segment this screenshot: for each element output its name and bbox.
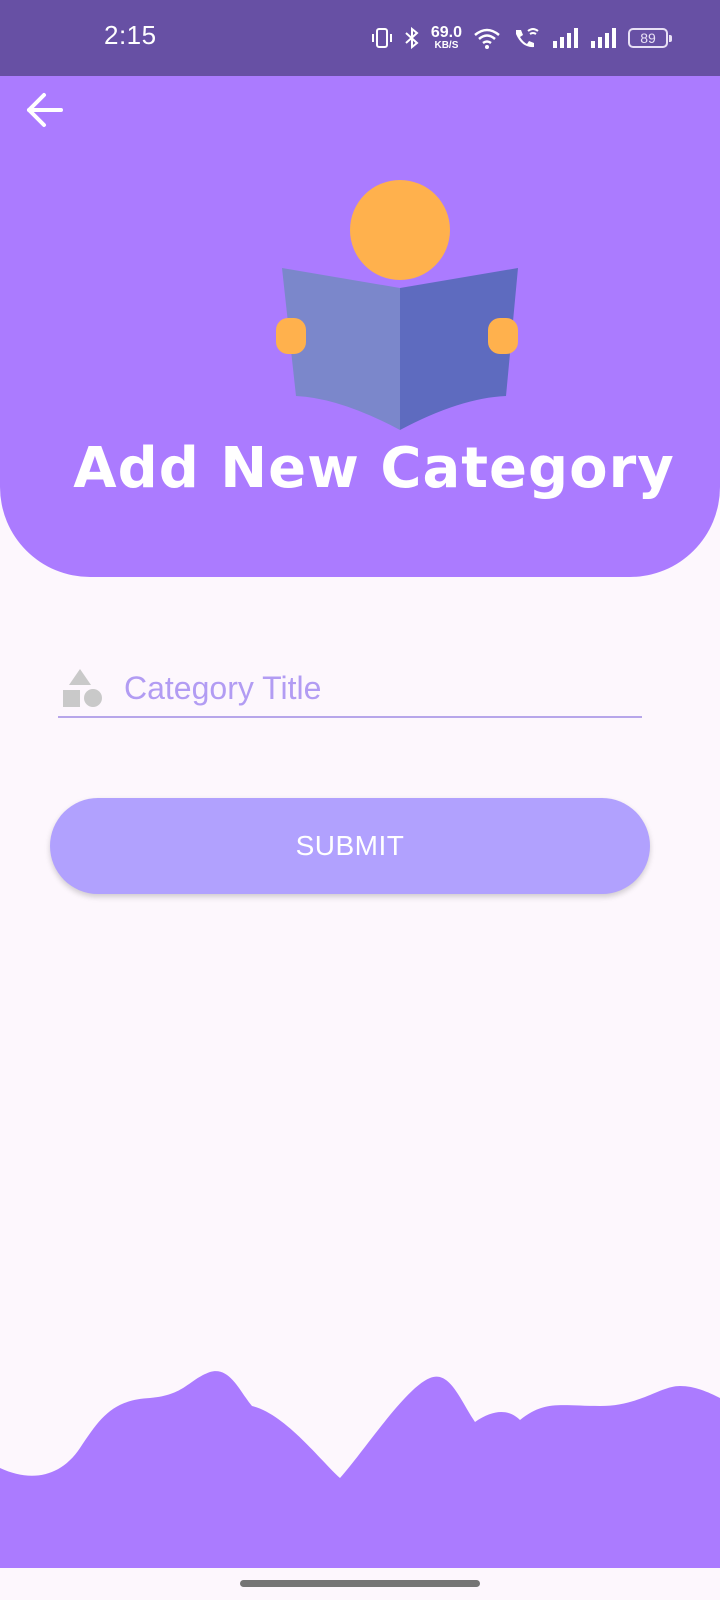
page-title: Add New Category bbox=[73, 436, 675, 501]
wifi-calling-icon bbox=[516, 28, 539, 48]
decorative-wave bbox=[0, 1371, 720, 1568]
status-icons: 69.0 KB/S 89 bbox=[371, 18, 672, 58]
submit-button[interactable]: SUBMIT bbox=[50, 798, 650, 894]
arrow-left-icon bbox=[27, 93, 63, 127]
category-title-field[interactable] bbox=[58, 660, 642, 718]
shapes-icon bbox=[63, 669, 102, 707]
battery-level: 89 bbox=[640, 30, 656, 46]
header: Add New Category bbox=[0, 76, 720, 577]
person-reading-book-illustration bbox=[276, 180, 518, 430]
net-speed-unit: KB/S bbox=[434, 40, 459, 51]
net-speed: 69.0 KB/S bbox=[431, 25, 462, 51]
status-bar: 2:15 69.0 KB/S 89 bbox=[0, 0, 720, 76]
category-title-input[interactable] bbox=[124, 669, 642, 707]
battery-icon: 89 bbox=[628, 28, 672, 48]
signal-icon bbox=[553, 28, 578, 48]
navigation-handle[interactable] bbox=[240, 1580, 480, 1587]
signal-icon bbox=[591, 28, 616, 48]
status-time: 2:15 bbox=[104, 20, 157, 50]
wifi-icon bbox=[474, 28, 500, 49]
back-button[interactable] bbox=[18, 84, 70, 136]
bluetooth-icon bbox=[405, 26, 419, 50]
net-speed-value: 69.0 bbox=[430, 24, 462, 41]
vibrate-icon bbox=[371, 28, 392, 48]
